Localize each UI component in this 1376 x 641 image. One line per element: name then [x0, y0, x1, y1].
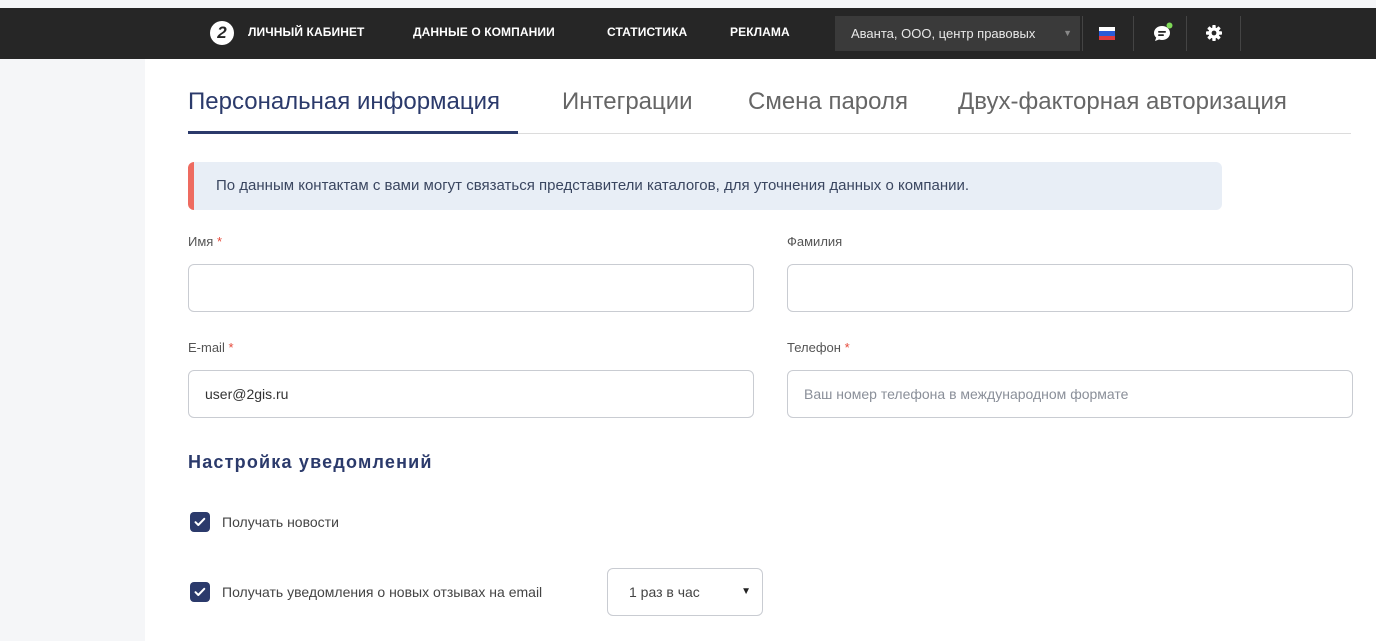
review-notifications-label[interactable]: Получать уведомления о новых отзывах на … — [222, 584, 542, 600]
company-name: Аванта, ООО, центр правовых — [851, 26, 1036, 41]
check-icon — [194, 587, 206, 596]
review-notifications-checkbox[interactable] — [190, 582, 210, 602]
active-tab-indicator — [188, 131, 518, 134]
last-name-input[interactable] — [787, 264, 1353, 312]
notification-frequency-select[interactable]: 1 раз в час ▼ — [607, 568, 763, 616]
flag-ru-icon[interactable] — [1099, 27, 1115, 40]
main-content: Персональная информация Интеграции Смена… — [145, 59, 1376, 641]
news-checkbox-label[interactable]: Получать новости — [222, 514, 339, 530]
phone-label-text: Телефон — [787, 340, 841, 355]
top-navigation-bar: 2 ЛИЧНЫЙ КАБИНЕТ ДАННЫЕ О КОМПАНИИ СТАТИ… — [0, 8, 1376, 59]
last-name-label: Фамилия — [787, 234, 843, 249]
gear-icon[interactable] — [1204, 23, 1224, 43]
first-name-label-text: Имя — [188, 234, 214, 249]
chevron-down-icon: ▼ — [741, 586, 751, 597]
email-label: E-mail * — [188, 340, 234, 355]
tab-integrations[interactable]: Интеграции — [562, 88, 693, 116]
news-checkbox[interactable] — [190, 512, 210, 532]
phone-label: Телефон * — [787, 340, 850, 355]
tab-bar: Персональная информация Интеграции Смена… — [188, 59, 1351, 134]
nav-statistics[interactable]: СТАТИСТИКА — [607, 25, 687, 39]
divider — [1133, 16, 1134, 51]
required-marker: * — [228, 340, 234, 355]
check-icon — [194, 517, 206, 526]
phone-input[interactable] — [787, 370, 1353, 418]
nav-company-data[interactable]: ДАННЫЕ О КОМПАНИИ — [413, 25, 555, 39]
company-selector[interactable]: Аванта, ООО, центр правовых ▼ — [835, 16, 1080, 51]
divider — [1240, 16, 1241, 51]
chat-icon[interactable] — [1151, 22, 1173, 44]
nav-advertising[interactable]: РЕКЛАМА — [730, 25, 790, 39]
divider — [1186, 16, 1187, 51]
company-name-fade — [1040, 16, 1080, 51]
first-name-label: Имя * — [188, 234, 222, 249]
required-marker: * — [216, 234, 223, 249]
nav-personal-account[interactable]: ЛИЧНЫЙ КАБИНЕТ — [248, 25, 365, 39]
required-marker: * — [844, 340, 850, 355]
tab-change-password[interactable]: Смена пароля — [748, 88, 908, 116]
info-alert: По данным контактам с вами могут связать… — [188, 162, 1222, 210]
tab-personal-info[interactable]: Персональная информация — [188, 88, 500, 116]
email-label-text: E-mail — [188, 340, 225, 355]
chevron-down-icon: ▼ — [1063, 28, 1072, 38]
first-name-input[interactable] — [188, 264, 754, 312]
notification-settings-title: Настройка уведомлений — [188, 452, 433, 472]
alert-text: По данным контактам с вами могут связать… — [216, 177, 970, 194]
divider — [1082, 16, 1083, 51]
frequency-selected-value: 1 раз в час — [629, 584, 700, 600]
logo-icon[interactable]: 2 — [210, 21, 234, 45]
tab-two-factor-auth[interactable]: Двух-факторная авторизация — [958, 88, 1287, 116]
email-input[interactable] — [188, 370, 754, 418]
chat-status-dot — [1166, 22, 1173, 29]
